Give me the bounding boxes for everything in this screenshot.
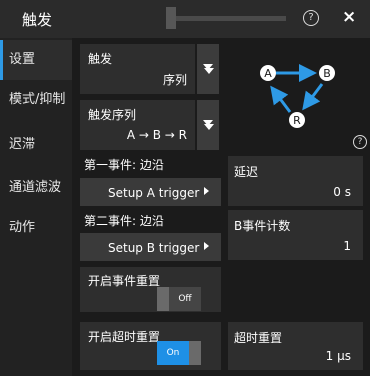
delay-field[interactable]: 延迟 0 s (228, 156, 363, 206)
sidebar-item-hysteresis[interactable]: 迟滞 (0, 125, 72, 165)
sidebar-item-label: 动作 (9, 220, 36, 235)
chevron-right-icon (204, 187, 209, 195)
second-event-label: 第二事件: 边沿 (84, 214, 164, 228)
setup-b-trigger-label: Setup B trigger (108, 241, 200, 255)
delay-value: 0 s (333, 185, 351, 199)
trigger-sequence-value: A → B → R (126, 128, 187, 142)
trigger-sequence-dropdown[interactable] (197, 100, 219, 150)
first-event-label: 第一事件: 边沿 (84, 158, 164, 172)
close-icon[interactable]: × (342, 7, 356, 27)
timeout-reset-toggle-label: 开启超时重置 (88, 330, 161, 344)
window-title: 触发 (22, 11, 53, 29)
arrow-r-to-a (270, 85, 292, 113)
trigger-type-value: 序列 (162, 73, 187, 87)
trigger-type-label: 触发 (88, 52, 113, 66)
drag-handle-track[interactable] (166, 16, 286, 21)
trigger-type-dropdown[interactable] (197, 44, 219, 94)
node-b-label: B (323, 67, 331, 80)
sidebar-item-channel-filter[interactable]: 通道滤波 (0, 168, 72, 208)
help-icon[interactable]: ? (303, 10, 319, 26)
sidebar-item-label: 通道滤波 (9, 180, 62, 195)
setup-b-trigger-button[interactable]: Setup B trigger (80, 233, 221, 261)
sidebar-item-label: 迟滞 (9, 137, 36, 152)
arrow-b-to-r (302, 83, 324, 111)
setup-a-trigger-label: Setup A trigger (108, 186, 200, 200)
b-event-count-field[interactable]: B事件计数 1 (228, 210, 363, 260)
chevron-down-icon (203, 120, 213, 126)
title-bar: 触发 ? × (0, 0, 370, 38)
diagram-help-icon[interactable]: ? (353, 135, 367, 149)
sidebar-item-label: 模式/抑制 (9, 92, 66, 107)
trigger-sequence-field[interactable]: 触发序列 A → B → R (80, 100, 195, 150)
drag-handle[interactable] (166, 7, 176, 29)
chevron-right-icon (204, 242, 209, 250)
b-event-count-label: B事件计数 (234, 219, 291, 233)
sequence-diagram: A B R (260, 64, 335, 128)
timeout-reset-value: 1 µs (325, 349, 351, 363)
event-reset-toggle[interactable]: Off (157, 287, 201, 311)
timeout-reset-state: On (157, 341, 189, 365)
delay-label: 延迟 (234, 165, 259, 179)
setup-a-trigger-button[interactable]: Setup A trigger (80, 178, 221, 206)
timeout-reset-label: 超时重置 (234, 331, 283, 345)
trigger-type-field[interactable]: 触发 序列 (80, 44, 195, 94)
timeout-reset-toggle[interactable]: On (157, 341, 201, 365)
event-reset-state: Off (169, 287, 201, 311)
sidebar-item-label: 设置 (9, 52, 36, 67)
event-reset-label: 开启事件重置 (88, 274, 161, 288)
toggle-knob (189, 341, 201, 365)
node-a-label: A (264, 67, 272, 80)
sidebar-item-action[interactable]: 动作 (0, 208, 72, 248)
sidebar-item-setup[interactable]: 设置 (0, 40, 72, 80)
b-event-count-value: 1 (343, 239, 351, 253)
sidebar-item-mode[interactable]: 模式/抑制 (0, 80, 72, 120)
trigger-sequence-label: 触发序列 (88, 108, 137, 122)
node-r-label: R (293, 114, 301, 127)
sidebar: 设置 模式/抑制 迟滞 通道滤波 动作 (0, 38, 72, 376)
chevron-down-icon (203, 64, 213, 70)
toggle-knob (157, 287, 169, 311)
timeout-reset-field[interactable]: 超时重置 1 µs (228, 322, 363, 370)
